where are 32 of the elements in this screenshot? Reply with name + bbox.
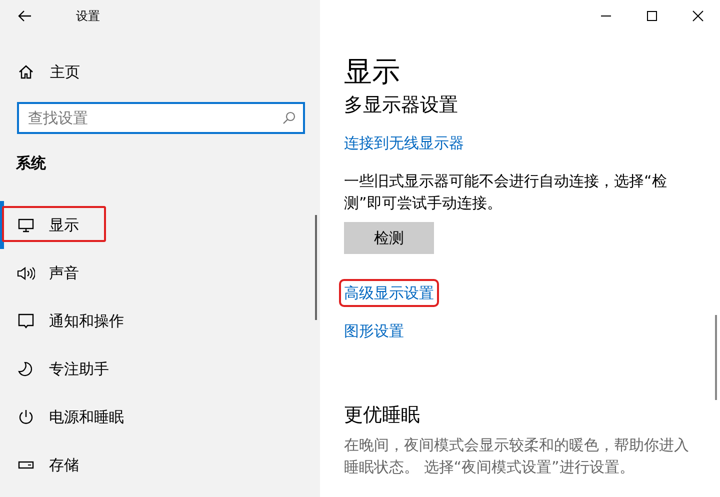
sidebar-item[interactable]: 专注助手 [0, 345, 320, 393]
home-nav-item[interactable]: 主页 [0, 56, 80, 88]
sidebar-item[interactable]: 存储 [0, 441, 320, 489]
window-title: 设置 [76, 8, 100, 24]
drive-icon [17, 461, 35, 469]
sidebar-item[interactable]: 通知和操作 [0, 297, 320, 345]
sidebar-item[interactable]: 显示 [0, 201, 320, 249]
search-field[interactable]: 查找设置 [17, 102, 305, 134]
power-icon [17, 409, 35, 425]
settings-link[interactable]: 高级显示设置 [342, 282, 436, 304]
section-heading: 系统 [16, 154, 46, 173]
section-heading: 多显示器设置 [344, 93, 458, 118]
scrollbar[interactable] [315, 215, 317, 320]
description-text: 在晚间，夜间模式会显示较柔和的暖色，帮助你进入睡眠状态。 选择“夜间模式设置”进行设置。 [344, 435, 690, 478]
monitor-icon [17, 218, 35, 232]
back-arrow-icon[interactable] [18, 10, 32, 22]
sidebar-item[interactable]: 电源和睡眠 [0, 393, 320, 441]
moon-icon [17, 361, 35, 377]
close-icon[interactable] [692, 10, 704, 22]
search-icon [282, 111, 296, 125]
maximize-icon[interactable] [646, 10, 658, 22]
page-title: 显示 [344, 54, 400, 90]
description-text: 一些旧式显示器可能不会进行自动连接，选择“检测”即可尝试手动连接。 [344, 171, 668, 214]
wireless-display-link[interactable]: 连接到无线显示器 [342, 132, 466, 154]
sidebar-item[interactable]: 声音 [0, 249, 320, 297]
scrollbar[interactable] [715, 315, 717, 400]
detect-button[interactable]: 检测 [344, 222, 434, 254]
speaker-icon [17, 266, 35, 280]
settings-link[interactable]: 图形设置 [342, 320, 406, 342]
message-icon [17, 313, 35, 329]
section-heading: 更优睡眠 [344, 403, 420, 428]
home-icon [18, 64, 34, 80]
